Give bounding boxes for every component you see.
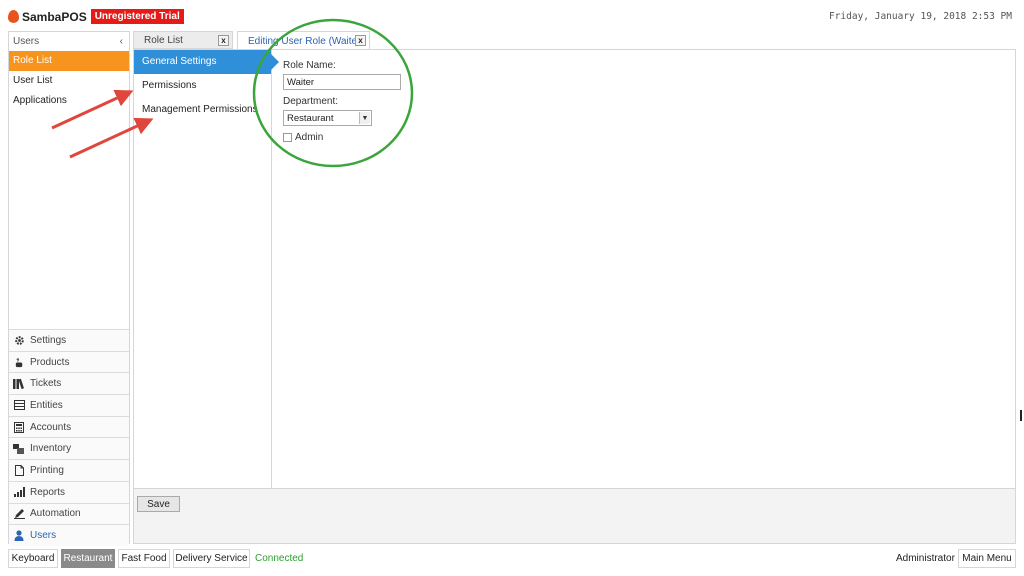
tab-label: Role List [144, 34, 183, 46]
nav-item-products[interactable]: Products [9, 350, 129, 373]
nav-label: Entities [30, 399, 63, 411]
document-icon [13, 464, 25, 476]
nav-label: Inventory [30, 443, 72, 455]
sidebar-title: Users [13, 36, 40, 47]
admin-checkbox-row[interactable]: Admin [283, 132, 401, 143]
department-restaurant-button[interactable]: Restaurant [61, 549, 115, 568]
sidebar-item-user-list[interactable]: User List [9, 71, 129, 91]
boxes-icon [13, 443, 25, 454]
general-settings-form: Role Name: Department: Restaurant ▼ Admi… [283, 60, 401, 143]
department-fast-food-button[interactable]: Fast Food [118, 549, 170, 568]
bar-chart-icon [13, 487, 25, 498]
admin-label: Admin [295, 132, 324, 143]
datetime-display: Friday, January 19, 2018 2:53 PM [828, 11, 1012, 22]
tab-label: Editing User Role (Waiter) [248, 35, 364, 47]
connection-status: Connected [255, 553, 304, 564]
section-permissions[interactable]: Permissions [134, 74, 271, 98]
department-label: Department: [283, 96, 339, 107]
role-name-input[interactable] [283, 74, 401, 90]
table-icon [13, 400, 25, 411]
nav-item-reports[interactable]: Reports [9, 480, 129, 503]
pen-icon [13, 508, 25, 520]
editor-pane: General Settings Permissions Management … [133, 49, 1016, 544]
close-icon[interactable]: x [218, 35, 229, 46]
admin-checkbox[interactable] [283, 133, 292, 142]
current-user: Administrator [896, 553, 955, 564]
section-list: General Settings Permissions Management … [134, 50, 279, 488]
nav-item-users[interactable]: Users [9, 524, 129, 546]
nav-label: Accounts [30, 421, 72, 433]
text-cursor-icon [1020, 410, 1022, 421]
department-select[interactable]: Restaurant ▼ [283, 110, 372, 126]
nav-label: Users [30, 530, 57, 542]
sidebar-item-role-list[interactable]: Role List [9, 51, 129, 71]
tab-editing-user-role[interactable]: Editing User Role (Waiter) x [237, 31, 370, 50]
trial-badge: Unregistered Trial [90, 9, 184, 24]
user-icon [13, 530, 25, 542]
calculator-icon [13, 421, 25, 433]
department-delivery-service-button[interactable]: Delivery Service [173, 549, 250, 568]
nav-label: Automation [30, 508, 81, 520]
module-nav: Settings Products Tickets Entities Accou… [9, 329, 129, 546]
nav-label: Printing [30, 464, 64, 476]
main-menu-button[interactable]: Main Menu [958, 549, 1016, 568]
collapse-chevron-icon[interactable]: ‹ [120, 36, 123, 47]
nav-label: Products [30, 356, 70, 368]
nav-item-automation[interactable]: Automation [9, 502, 129, 525]
nav-item-tickets[interactable]: Tickets [9, 372, 129, 395]
nav-item-entities[interactable]: Entities [9, 394, 129, 416]
gear-icon [13, 335, 25, 346]
nav-item-inventory[interactable]: Inventory [9, 437, 129, 460]
status-bar: Keyboard Restaurant Fast Food Delivery S… [0, 548, 1024, 570]
editor-footer: Save [134, 488, 1015, 543]
save-button[interactable]: Save [137, 496, 180, 512]
sidebar-header: Users ‹ [9, 32, 129, 51]
nav-label: Reports [30, 486, 66, 498]
title-bar: SambaPOS Unregistered Trial Friday, Janu… [0, 0, 1024, 30]
brand-name: SambaPOS [22, 9, 87, 24]
tab-role-list[interactable]: Role List x [133, 31, 233, 49]
role-name-label: Role Name: [283, 60, 336, 71]
chevron-down-icon: ▼ [359, 112, 370, 124]
flame-icon [8, 10, 19, 23]
sidebar: Users ‹ Role List User List Applications… [8, 31, 130, 546]
close-icon[interactable]: x [355, 35, 366, 46]
nav-label: Tickets [30, 378, 62, 390]
nav-item-printing[interactable]: Printing [9, 459, 129, 481]
sidebar-item-applications[interactable]: Applications [9, 91, 129, 111]
nav-item-accounts[interactable]: Accounts [9, 415, 129, 438]
keyboard-button[interactable]: Keyboard [8, 549, 58, 568]
nav-item-settings[interactable]: Settings [9, 329, 129, 351]
nav-label: Settings [30, 334, 67, 346]
books-icon [13, 378, 25, 390]
app-logo: SambaPOS Unregistered Trial [8, 9, 184, 24]
coffee-icon [13, 357, 25, 368]
department-value: Restaurant [287, 112, 334, 124]
section-management-permissions[interactable]: Management Permissions [134, 98, 271, 122]
section-general-settings[interactable]: General Settings [134, 50, 279, 74]
